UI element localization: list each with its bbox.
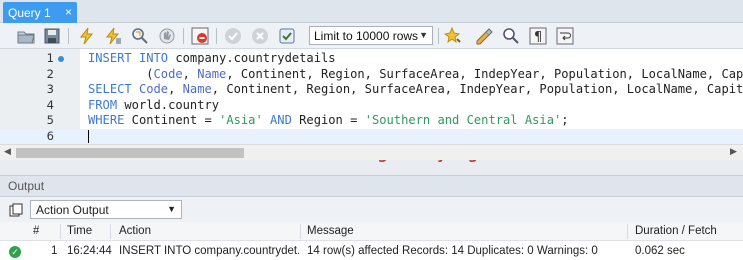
output-toolbar: Action Output ▼ (0, 197, 743, 222)
line-number: 2 (46, 66, 54, 81)
code-text: SELECT Code, Name, Continent, Region, Su… (88, 82, 743, 96)
table-header-row: # Time Action Message Duration / Fetch (0, 222, 743, 241)
execute-current-icon[interactable] (103, 26, 123, 46)
success-check-icon: ✓ (9, 246, 21, 258)
rollback-icon[interactable] (250, 26, 270, 46)
row-time: 16:24:44 (67, 245, 112, 257)
line-number: 6 (46, 128, 54, 143)
row-duration: 0.062 sec (635, 245, 685, 257)
code-text: FROM world.country (88, 97, 220, 112)
chevron-down-icon: ▼ (167, 204, 176, 214)
horizontal-scrollbar[interactable]: ◀ ▶ (0, 144, 743, 160)
column-header-message[interactable]: Message (307, 225, 354, 237)
svg-text:¶: ¶ (534, 30, 542, 45)
invisible-chars-icon[interactable]: ¶ (528, 26, 548, 46)
output-type-label: Action Output (36, 202, 109, 217)
editor-toolbar: Limit to 10000 rows ▼ ¶ (0, 23, 743, 49)
find-icon[interactable] (501, 26, 521, 46)
scroll-right-icon[interactable]: ▶ (730, 146, 737, 157)
column-header-action[interactable]: Action (119, 225, 151, 237)
row-message: 14 row(s) affected Records: 14 Duplicate… (307, 245, 598, 257)
column-header-time[interactable]: Time (67, 225, 92, 237)
code-line[interactable]: 1 INSERT INTO company.countrydetails (0, 51, 743, 67)
code-text: (Code, Name, Continent, Region, SurfaceA… (88, 66, 743, 81)
save-icon[interactable] (42, 26, 62, 46)
line-number: 1 (46, 51, 54, 65)
output-title: Output (8, 179, 45, 193)
row-action: INSERT INTO company.countrydet... (119, 245, 299, 257)
output-panel-header: Output (0, 175, 743, 197)
scrollbar-thumb[interactable] (16, 148, 244, 158)
explain-icon[interactable] (130, 26, 150, 46)
line-number: 4 (46, 97, 54, 112)
commit-icon[interactable] (223, 26, 243, 46)
code-line[interactable]: 2 (Code, Name, Continent, Region, Surfac… (0, 67, 743, 83)
text-cursor (88, 129, 89, 143)
toggle-result-icon[interactable] (190, 26, 210, 46)
open-folder-icon[interactable] (16, 26, 36, 46)
column-header-num[interactable]: # (33, 225, 39, 237)
code-line[interactable]: 4 FROM world.country (0, 98, 743, 114)
code-lines: 1 INSERT INTO company.countrydetails 2 (Co… (0, 51, 743, 144)
execute-icon[interactable] (76, 26, 96, 46)
line-number: 5 (46, 113, 54, 127)
code-line[interactable]: 6 (0, 128, 743, 144)
action-output-table: # Time Action Message Duration / Fetch ✓… (0, 222, 743, 260)
output-type-select[interactable]: Action Output ▼ (30, 200, 182, 219)
limit-rows-select[interactable]: Limit to 10000 rows ▼ (309, 26, 433, 45)
snippet-icon[interactable] (474, 26, 494, 46)
row-number: 1 (51, 245, 58, 257)
tab-close-icon[interactable]: × (65, 5, 72, 19)
statement-marker-icon (58, 56, 64, 62)
limit-rows-label: Limit to 10000 rows (314, 28, 419, 43)
autocommit-icon[interactable] (277, 26, 297, 46)
chevron-down-icon: ▼ (419, 30, 428, 40)
sql-editor[interactable]: 1 INSERT INTO company.countrydetails 2 (Co… (0, 49, 743, 163)
wrap-icon[interactable] (555, 26, 575, 46)
line-number: 3 (46, 82, 54, 96)
code-text: INSERT INTO company.countrydetails (88, 51, 336, 65)
code-text: WHERE Continent = 'Asia' AND Region = 'S… (88, 113, 569, 127)
code-line[interactable]: 3 SELECT Code, Name, Continent, Region, S… (0, 82, 743, 98)
stop-icon[interactable] (157, 26, 177, 46)
beautify-icon[interactable] (443, 26, 463, 46)
tab-query-1[interactable]: Query 1 × (3, 2, 77, 23)
column-header-duration[interactable]: Duration / Fetch (635, 225, 717, 237)
code-line[interactable]: 5 WHERE Continent = 'Asia' AND Region = '… (0, 113, 743, 129)
editor-tab-strip: Query 1 × (0, 0, 743, 23)
tab-title: Query 1 (8, 5, 51, 20)
copy-icon[interactable] (9, 203, 23, 220)
scroll-left-icon[interactable]: ◀ (4, 146, 11, 157)
